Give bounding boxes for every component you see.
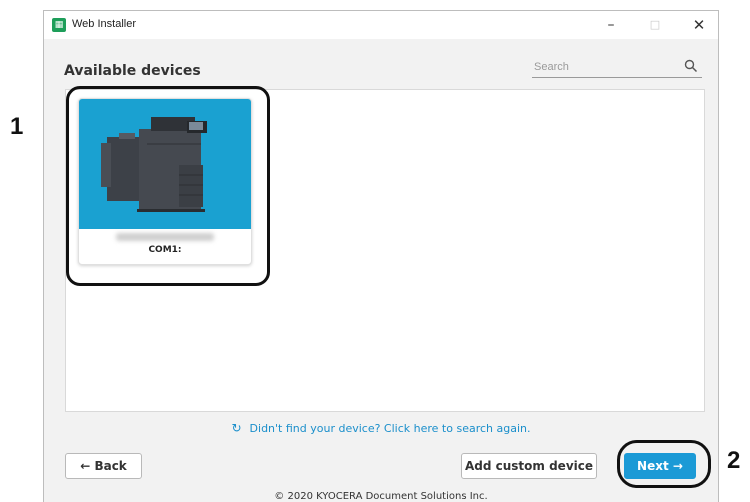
minimize-button[interactable]: – — [596, 13, 626, 37]
search-again-link[interactable]: ↻ Didn't find your device? Click here to … — [44, 421, 718, 435]
back-label: Back — [94, 459, 127, 473]
close-button[interactable]: ✕ — [684, 13, 714, 37]
refresh-icon: ↻ — [231, 421, 242, 435]
window-title: Web Installer — [72, 18, 136, 30]
arrow-left-icon: ← — [80, 459, 91, 473]
search-icon[interactable] — [684, 59, 698, 73]
back-button[interactable]: ← Back — [65, 453, 142, 479]
search-again-text: Didn't find your device? Click here to s… — [249, 422, 531, 435]
copyright-text: © 2020 KYOCERA Document Solutions Inc. — [274, 491, 488, 502]
search-input[interactable] — [532, 57, 676, 77]
callout-number-1: 1 — [10, 113, 24, 140]
callout-number-2: 2 — [727, 447, 741, 474]
page-title: Available devices — [64, 63, 201, 79]
callout-next-highlight — [617, 440, 711, 488]
search-box — [532, 57, 702, 78]
add-custom-device-button[interactable]: Add custom device — [461, 453, 597, 479]
callout-device-highlight — [66, 86, 270, 286]
title-bar: ▦ Web Installer – □ ✕ — [44, 11, 718, 39]
maximize-button[interactable]: □ — [640, 13, 670, 37]
app-grid-icon: ▦ — [52, 18, 66, 32]
